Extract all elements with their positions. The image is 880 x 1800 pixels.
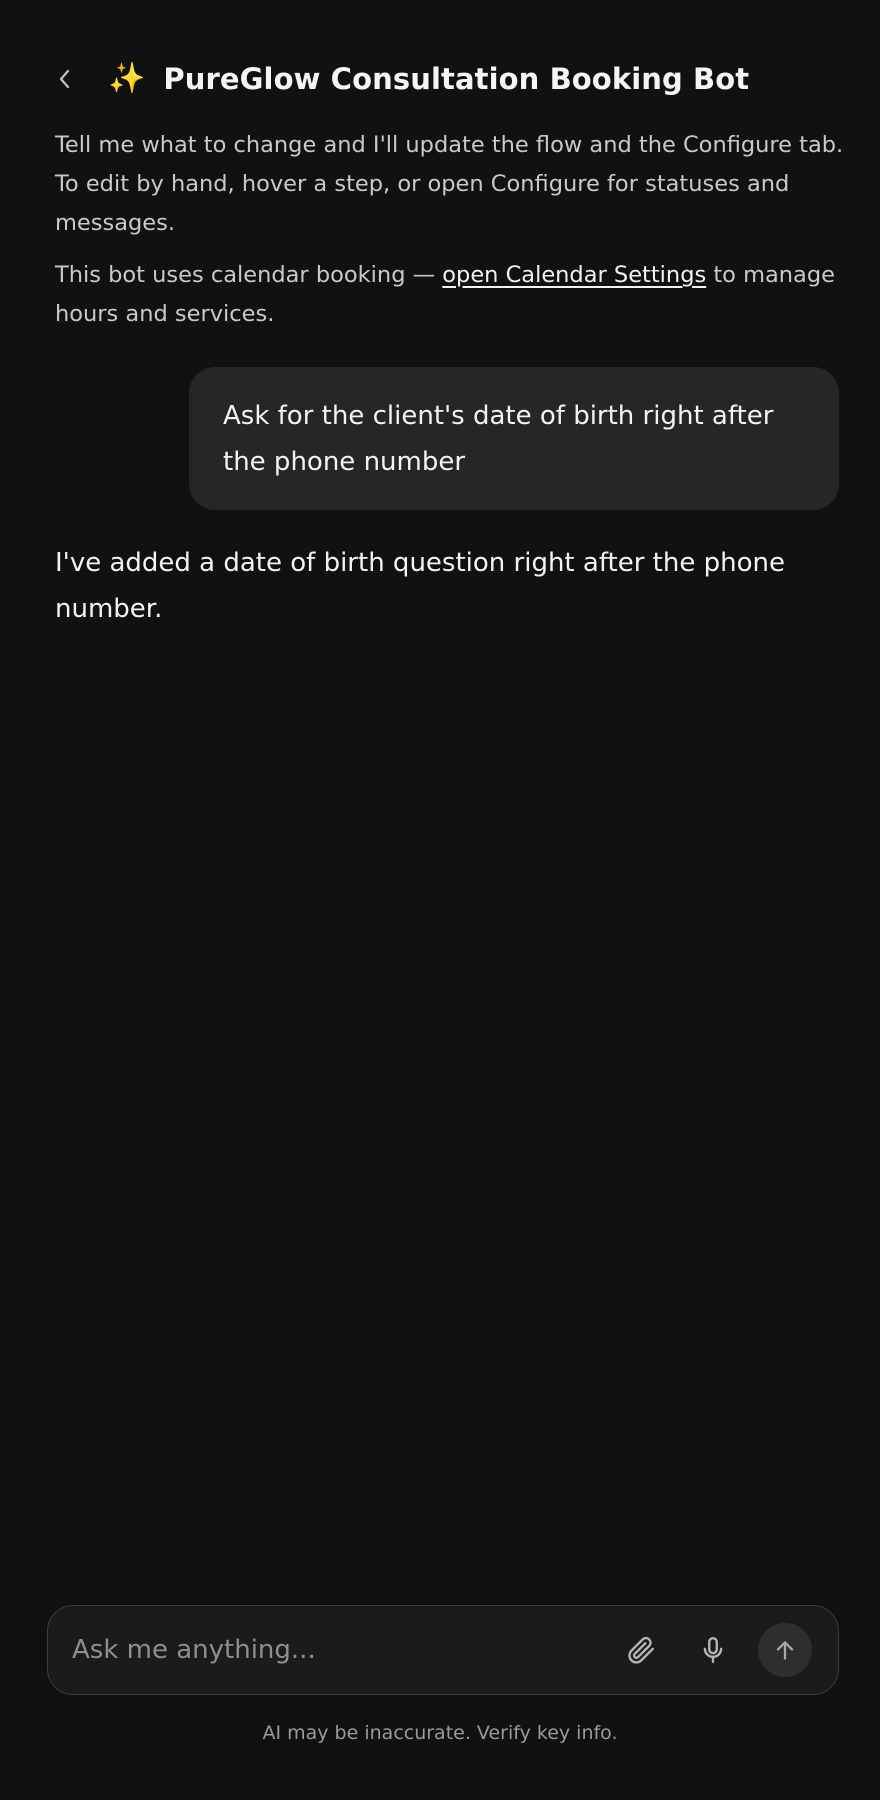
- calendar-settings-link[interactable]: open Calendar Settings: [442, 262, 706, 288]
- paperclip-icon: [628, 1636, 654, 1664]
- intro-line-1: Tell me what to change and I'll update t…: [55, 132, 844, 236]
- back-button[interactable]: [50, 59, 78, 99]
- disclaimer: AI may be inaccurate. Verify key info.: [262, 1722, 618, 1744]
- send-button[interactable]: [758, 1623, 812, 1677]
- intro-text: Tell me what to change and I'll update t…: [55, 126, 845, 334]
- arrow-up-icon: [776, 1641, 794, 1660]
- page-title: PureGlow Consultation Booking Bot: [163, 62, 750, 96]
- attach-button[interactable]: [618, 1627, 664, 1673]
- sparkle-icon: ✨: [108, 61, 146, 96]
- microphone-button[interactable]: [690, 1627, 736, 1673]
- composer: [47, 1605, 839, 1695]
- intro-line-2: This bot uses calendar booking — open Ca…: [55, 256, 845, 334]
- intro-line-2-prefix: This bot uses calendar booking —: [55, 262, 443, 288]
- user-message: Ask for the client's date of birth right…: [189, 367, 839, 510]
- chat-input[interactable]: [72, 1626, 592, 1674]
- bot-message: I've added a date of birth question righ…: [55, 548, 785, 624]
- chevron-left-icon: [59, 69, 70, 89]
- microphone-icon: [703, 1636, 723, 1664]
- header: ✨ PureGlow Consultation Booking Bot: [50, 56, 749, 102]
